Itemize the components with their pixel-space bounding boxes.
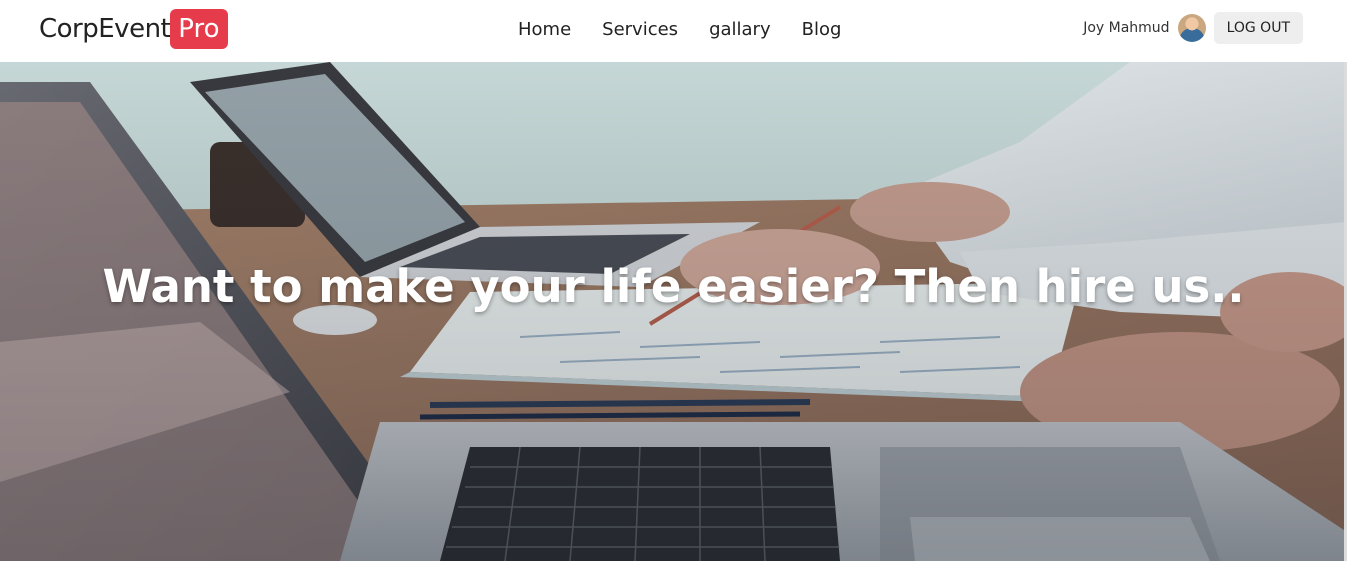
user-name: Joy Mahmud <box>1083 20 1170 36</box>
brand-name: CorpEvent <box>39 14 171 44</box>
logout-button[interactable]: LOG OUT <box>1213 12 1303 44</box>
navbar: CorpEvent Pro Home Services gallary Blog… <box>0 0 1347 62</box>
hero-title: Want to make your life easier? Then hire… <box>102 260 1245 313</box>
nav-link-services[interactable]: Services <box>602 19 678 40</box>
nav-link-gallary[interactable]: gallary <box>709 19 771 40</box>
user-avatar-icon[interactable] <box>1177 14 1206 42</box>
brand-badge: Pro <box>170 9 228 49</box>
user-area: Joy Mahmud LOG OUT <box>1083 12 1303 44</box>
nav-link-blog[interactable]: Blog <box>802 19 842 40</box>
nav-link-home[interactable]: Home <box>518 19 571 40</box>
main-nav: Home Services gallary Blog <box>518 0 872 58</box>
hero-banner: Want to make your life easier? Then hire… <box>0 62 1347 561</box>
brand-logo[interactable]: CorpEvent Pro <box>39 9 228 49</box>
